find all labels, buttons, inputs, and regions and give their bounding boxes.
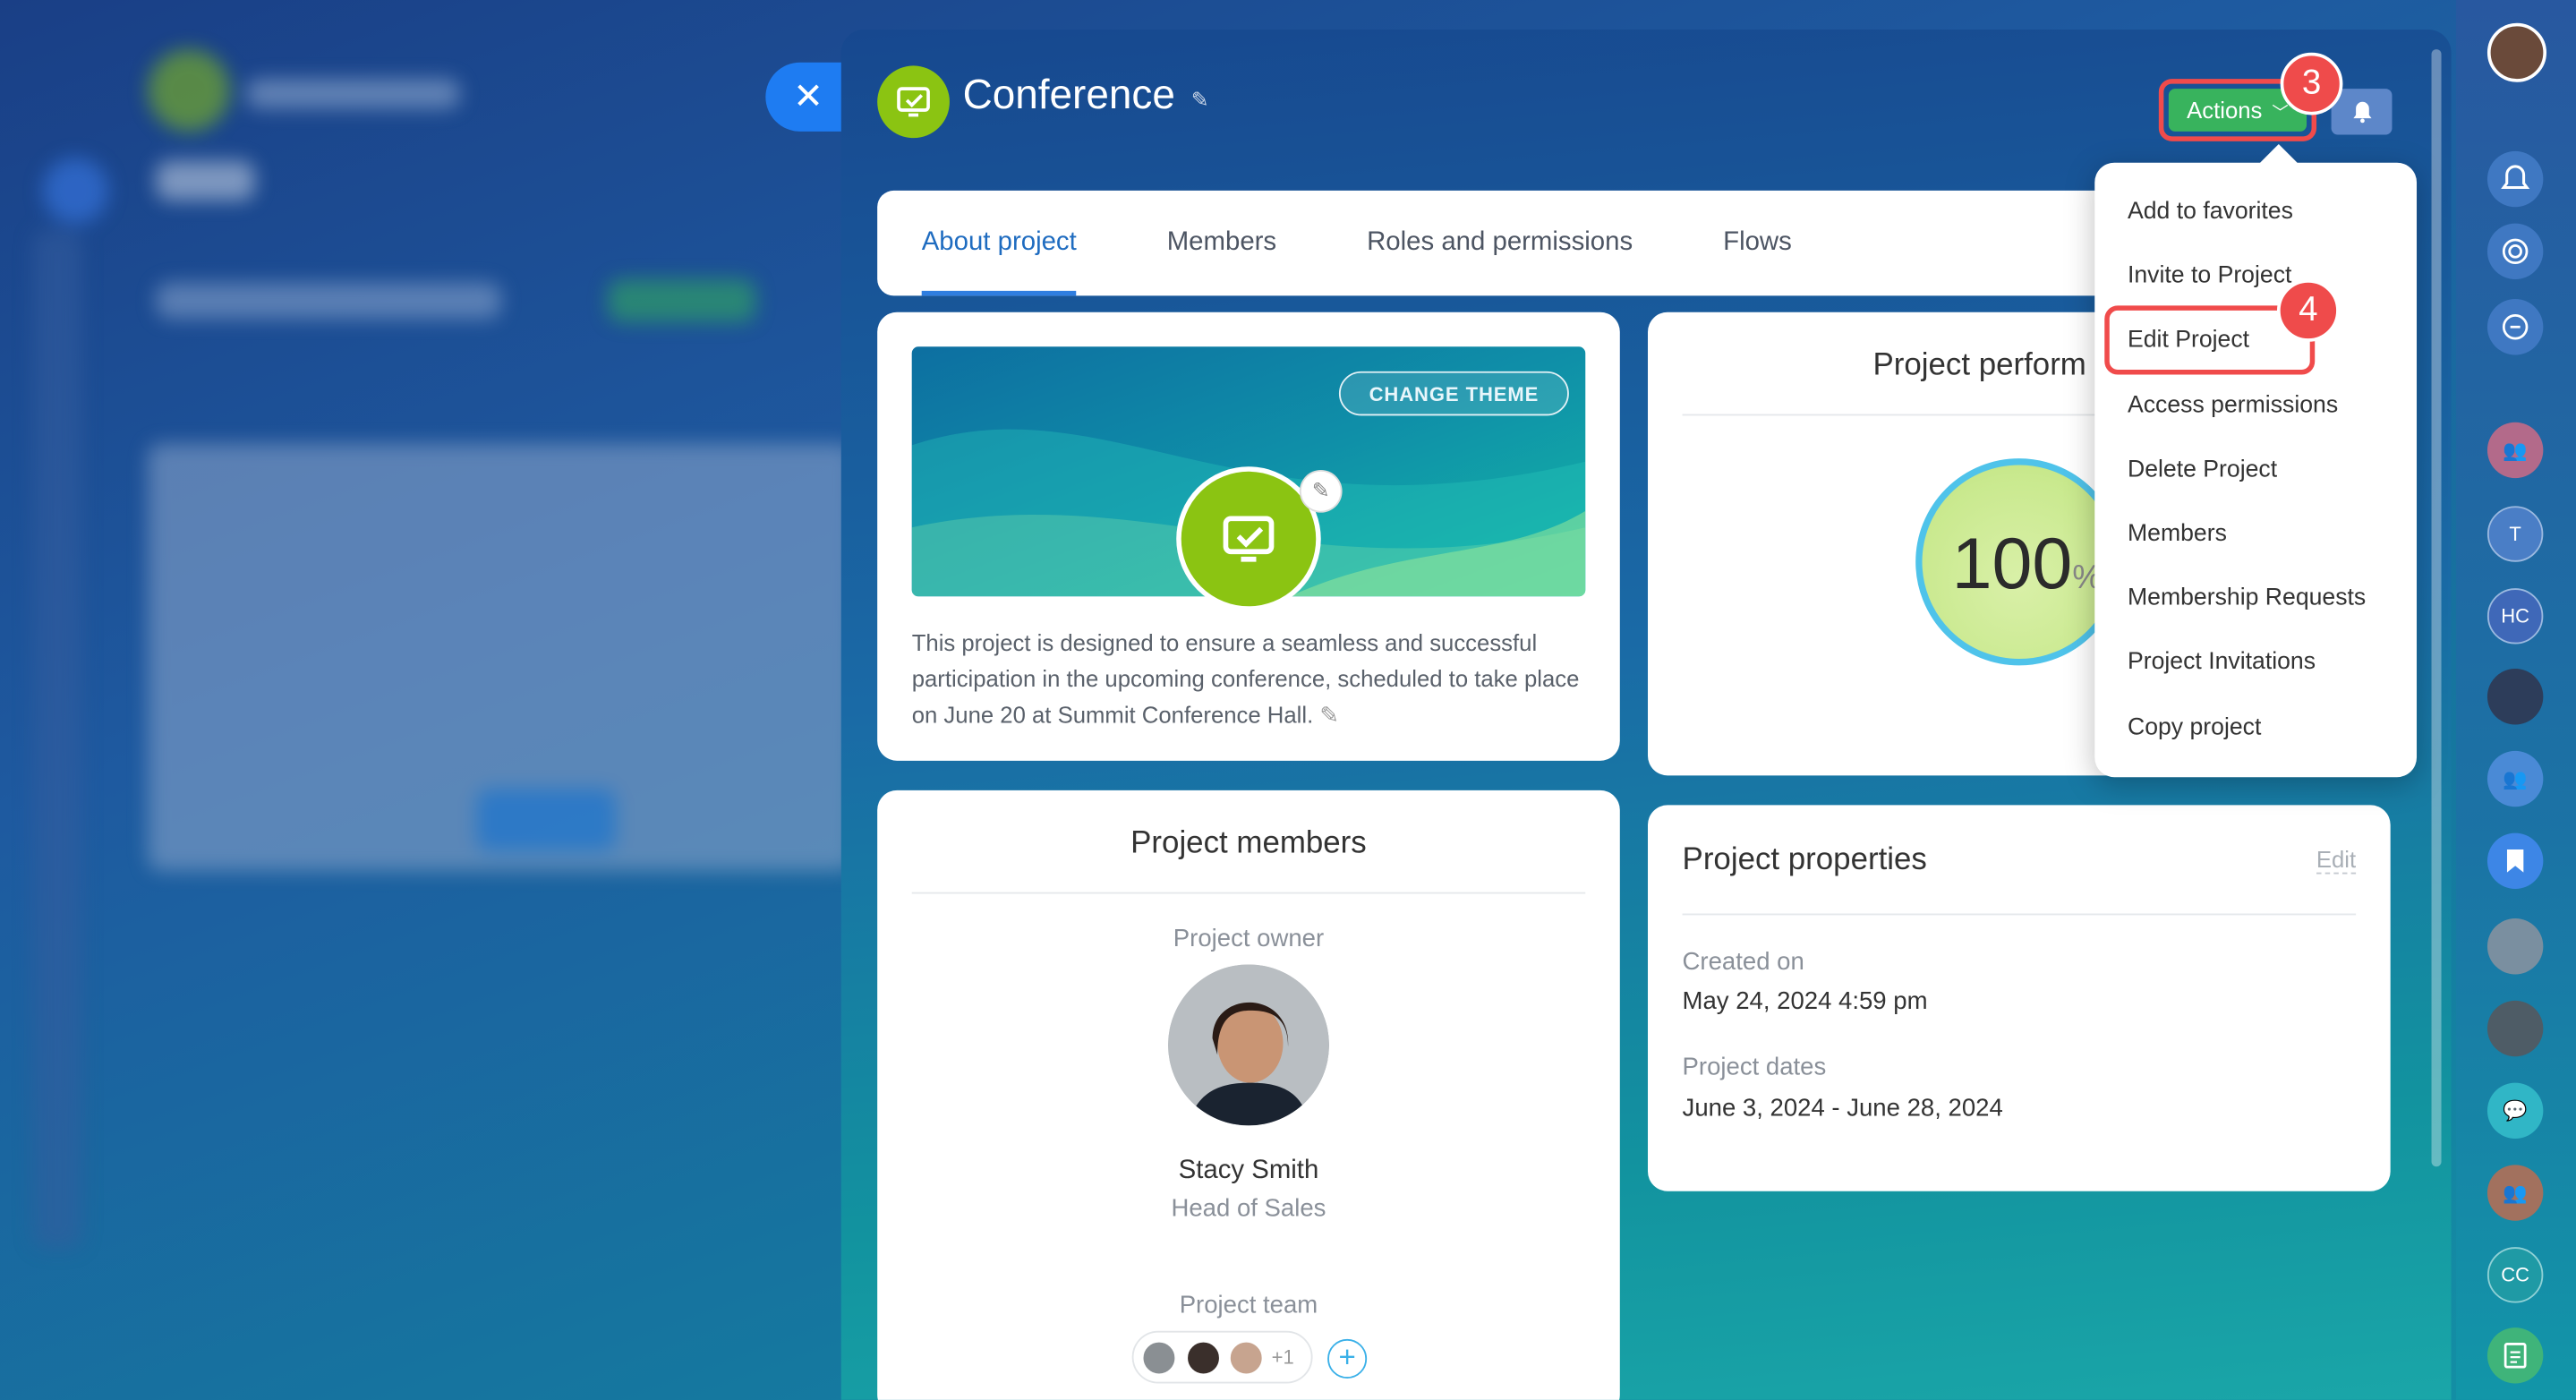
chat-bubbles-icon[interactable]: 💬 bbox=[2486, 1082, 2544, 1140]
menu-delete-project[interactable]: Delete Project bbox=[2128, 457, 2277, 482]
search-chat-icon[interactable] bbox=[2486, 299, 2544, 355]
step-3-badge: 3 bbox=[2280, 52, 2343, 115]
menu-members[interactable]: Members bbox=[2128, 521, 2227, 547]
menu-invite-to-project[interactable]: Invite to Project bbox=[2128, 263, 2291, 289]
group-avatar-icon[interactable]: 👥 bbox=[2486, 750, 2544, 807]
tab-members[interactable]: Members bbox=[1167, 191, 1276, 295]
edit-title-pencil-icon[interactable]: ✎ bbox=[1191, 87, 1209, 113]
add-member-plus-icon[interactable]: + bbox=[1327, 1338, 1368, 1379]
members-title: Project members bbox=[1130, 826, 1367, 861]
menu-access-permissions[interactable]: Access permissions bbox=[2128, 393, 2338, 419]
avatar-cc[interactable]: CC bbox=[2486, 1247, 2544, 1303]
avatar-t[interactable]: T bbox=[2486, 506, 2544, 562]
tab-flows[interactable]: Flows bbox=[1723, 191, 1792, 295]
team-avatar bbox=[1186, 1340, 1221, 1376]
notifications-bell-icon[interactable] bbox=[2486, 150, 2544, 208]
background-page bbox=[0, 0, 855, 1400]
actions-menu: Add to favorites Invite to Project Edit … bbox=[2094, 162, 2418, 778]
close-slider-button[interactable]: ✕ bbox=[765, 62, 851, 132]
slider-scrollbar[interactable] bbox=[2431, 49, 2442, 1167]
target-icon[interactable] bbox=[2486, 223, 2544, 280]
properties-card: Project properties Edit Created on May 2… bbox=[1648, 805, 2391, 1191]
team-avatars[interactable]: +1 bbox=[1131, 1330, 1313, 1384]
menu-project-invitations[interactable]: Project Invitations bbox=[2128, 649, 2316, 675]
tab-about-project[interactable]: About project bbox=[921, 191, 1078, 296]
group-avatar-icon[interactable]: 👥 bbox=[2486, 422, 2544, 479]
avatar-hc[interactable]: HC bbox=[2486, 588, 2544, 645]
properties-title: Project properties bbox=[1682, 842, 1927, 878]
project-description: This project is designed to ensure a sea… bbox=[911, 628, 1580, 729]
team-label: Project team bbox=[1179, 1291, 1318, 1319]
owner-name[interactable]: Stacy Smith bbox=[877, 1157, 1620, 1186]
step-4-badge: 4 bbox=[2277, 279, 2340, 342]
created-label: Created on bbox=[1682, 948, 1804, 977]
document-icon[interactable] bbox=[2486, 1327, 2544, 1384]
team-avatar bbox=[1141, 1340, 1177, 1376]
performance-gauge: 100% bbox=[1915, 458, 2123, 666]
about-card: CHANGE THEME ✎ This project is designed … bbox=[877, 312, 1620, 761]
change-theme-button[interactable]: CHANGE THEME bbox=[1338, 371, 1569, 416]
team-avatar bbox=[1228, 1340, 1264, 1376]
project-title: Conference bbox=[962, 72, 1175, 119]
menu-add-to-favorites[interactable]: Add to favorites bbox=[2128, 199, 2293, 225]
screen: ✕ Conference ✎ Actions ﹀ 3 About project… bbox=[0, 0, 2576, 1400]
actions-label: Actions bbox=[2187, 97, 2263, 124]
project-icon bbox=[877, 65, 950, 139]
contact-avatar[interactable] bbox=[2486, 669, 2544, 725]
team-extra-count: +1 bbox=[1271, 1345, 1294, 1369]
owner-label: Project owner bbox=[1173, 925, 1325, 953]
contact-avatar[interactable] bbox=[2486, 1000, 2544, 1057]
tab-roles-and-permissions[interactable]: Roles and permissions bbox=[1367, 191, 1633, 295]
dates-label: Project dates bbox=[1682, 1053, 1827, 1081]
user-avatar[interactable] bbox=[2486, 22, 2547, 82]
edit-properties-link[interactable]: Edit bbox=[2316, 846, 2357, 875]
menu-copy-project[interactable]: Copy project bbox=[2128, 714, 2261, 740]
bookmark-icon[interactable] bbox=[2486, 832, 2544, 890]
bell-icon bbox=[2352, 101, 2371, 124]
owner-role: Head of Sales bbox=[1171, 1194, 1326, 1223]
project-avatar bbox=[1176, 466, 1321, 611]
performance-title: Project perform bbox=[1872, 348, 2086, 383]
edit-avatar-pencil-icon[interactable]: ✎ bbox=[1301, 471, 1341, 511]
contact-avatar[interactable] bbox=[2486, 918, 2544, 975]
performance-value: 100% bbox=[1951, 524, 2103, 605]
group-avatar-icon[interactable]: 👥 bbox=[2486, 1165, 2544, 1221]
dates-value: June 3, 2024 - June 28, 2024 bbox=[1682, 1094, 2003, 1123]
close-icon: ✕ bbox=[793, 75, 823, 117]
members-card: Project members Project owner Stacy Smit… bbox=[877, 790, 1620, 1400]
menu-membership-requests[interactable]: Membership Requests bbox=[2128, 585, 2366, 610]
edit-description-pencil-icon[interactable]: ✎ bbox=[1319, 702, 1339, 728]
owner-avatar[interactable] bbox=[1168, 964, 1329, 1126]
created-value: May 24, 2024 4:59 pm bbox=[1682, 987, 1928, 1016]
